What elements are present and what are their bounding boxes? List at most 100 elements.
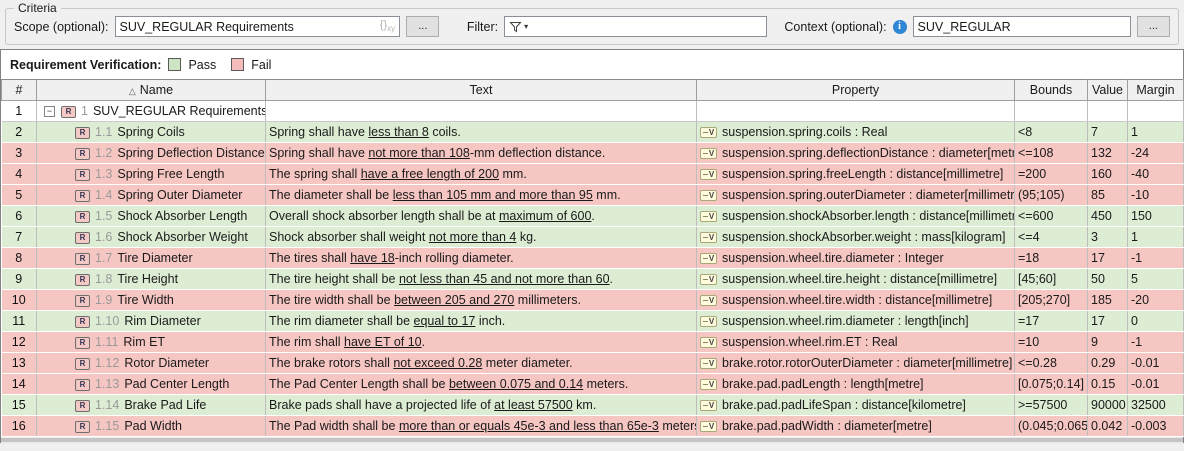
row-number-cell[interactable]: 9 [2,269,37,290]
value-cell[interactable]: 160 [1088,164,1128,185]
requirement-text-cell[interactable]: The rim diameter shall be equal to 17 in… [266,311,697,332]
requirement-text-cell[interactable]: The spring shall have a free length of 2… [266,164,697,185]
margin-cell[interactable]: 5 [1128,269,1184,290]
scope-input[interactable]: SUV_REGULAR Requirements {}xy [115,16,401,37]
margin-cell[interactable]: 150 [1128,206,1184,227]
requirement-name-cell[interactable]: R1.1Spring Coils [37,122,266,143]
row-number-cell[interactable]: 4 [2,164,37,185]
property-cell[interactable]: Vsuspension.spring.coils : Real [697,122,1015,143]
margin-cell[interactable]: -20 [1128,290,1184,311]
row-number-cell[interactable]: 3 [2,143,37,164]
row-number-cell[interactable]: 10 [2,290,37,311]
property-cell[interactable]: Vsuspension.shockAbsorber.length : dista… [697,206,1015,227]
column-header-bounds[interactable]: Bounds [1015,80,1088,101]
margin-cell[interactable]: -1 [1128,248,1184,269]
row-number-cell[interactable]: 8 [2,248,37,269]
bounds-cell[interactable]: [0.075;0.14] [1015,374,1088,395]
bounds-cell[interactable]: =200 [1015,164,1088,185]
column-header-name[interactable]: △Name [37,80,266,101]
bounds-cell[interactable]: >=57500 [1015,395,1088,416]
bounds-cell[interactable]: (0.045;0.065) [1015,416,1088,437]
bounds-cell[interactable]: <=0.28 [1015,353,1088,374]
requirement-name-cell[interactable]: R1.2Spring Deflection Distance [37,143,266,164]
column-header-num[interactable]: # [2,80,37,101]
value-cell[interactable]: 90000 [1088,395,1128,416]
requirement-text-cell[interactable]: The brake rotors shall not exceed 0.28 m… [266,353,697,374]
column-header-text[interactable]: Text [266,80,697,101]
requirement-text-cell[interactable]: The Pad width shall be more than or equa… [266,416,697,437]
margin-cell[interactable] [1128,101,1184,122]
margin-cell[interactable]: 0 [1128,311,1184,332]
property-cell[interactable]: Vsuspension.wheel.tire.width : distance[… [697,290,1015,311]
margin-cell[interactable]: 32500 [1128,395,1184,416]
requirement-name-cell[interactable]: R1.12Rotor Diameter [37,353,266,374]
property-cell[interactable]: Vbrake.pad.padLifeSpan : distance[kilome… [697,395,1015,416]
column-header-value[interactable]: Value [1088,80,1128,101]
property-cell[interactable]: Vsuspension.spring.deflectionDistance : … [697,143,1015,164]
requirement-name-cell[interactable]: R1.4Spring Outer Diameter [37,185,266,206]
bounds-cell[interactable]: <=108 [1015,143,1088,164]
requirement-name-cell[interactable]: R1.14Brake Pad Life [37,395,266,416]
requirement-name-cell[interactable]: R1.8Tire Height [37,269,266,290]
row-number-cell[interactable]: 16 [2,416,37,437]
bounds-cell[interactable]: =17 [1015,311,1088,332]
value-cell[interactable]: 50 [1088,269,1128,290]
bounds-cell[interactable]: <=4 [1015,227,1088,248]
row-number-cell[interactable]: 14 [2,374,37,395]
requirement-text-cell[interactable]: The tires shall have 18-inch rolling dia… [266,248,697,269]
value-cell[interactable]: 17 [1088,311,1128,332]
requirement-name-cell[interactable]: R1.13Pad Center Length [37,374,266,395]
bounds-cell[interactable]: <8 [1015,122,1088,143]
margin-cell[interactable]: 1 [1128,227,1184,248]
property-cell[interactable]: Vbrake.pad.padLength : length[metre] [697,374,1015,395]
requirement-name-cell[interactable]: R1.15Pad Width [37,416,266,437]
requirement-text-cell[interactable]: The tire height shall be not less than 4… [266,269,697,290]
property-cell[interactable]: Vbrake.rotor.rotorOuterDiameter : diamet… [697,353,1015,374]
requirement-name-cell[interactable]: R1.11Rim ET [37,332,266,353]
row-number-cell[interactable]: 5 [2,185,37,206]
requirement-text-cell[interactable]: Spring shall have not more than 108-mm d… [266,143,697,164]
requirement-name-cell[interactable]: −R1SUV_REGULAR Requirements [37,101,266,122]
requirement-name-cell[interactable]: R1.7Tire Diameter [37,248,266,269]
requirement-text-cell[interactable]: Overall shock absorber length shall be a… [266,206,697,227]
property-cell[interactable]: Vsuspension.spring.freeLength : distance… [697,164,1015,185]
requirement-text-cell[interactable]: The diameter shall be less than 105 mm a… [266,185,697,206]
filter-input[interactable]: ▾ [504,16,767,37]
requirement-text-cell[interactable]: The Pad Center Length shall be between 0… [266,374,697,395]
bounds-cell[interactable]: [45;60] [1015,269,1088,290]
value-cell[interactable]: 9 [1088,332,1128,353]
property-cell[interactable]: Vsuspension.spring.outerDiameter : diame… [697,185,1015,206]
property-cell[interactable]: Vsuspension.wheel.rim.diameter : length[… [697,311,1015,332]
row-number-cell[interactable]: 15 [2,395,37,416]
value-cell[interactable]: 450 [1088,206,1128,227]
row-number-cell[interactable]: 11 [2,311,37,332]
collapse-toggle-icon[interactable]: − [44,106,55,117]
requirement-text-cell[interactable]: Brake pads shall have a projected life o… [266,395,697,416]
property-cell[interactable]: Vsuspension.shockAbsorber.weight : mass[… [697,227,1015,248]
requirement-text-cell[interactable]: The tire width shall be between 205 and … [266,290,697,311]
bounds-cell[interactable]: (95;105) [1015,185,1088,206]
value-cell[interactable]: 17 [1088,248,1128,269]
bounds-cell[interactable]: =10 [1015,332,1088,353]
property-cell[interactable]: Vbrake.pad.padWidth : diameter[metre] [697,416,1015,437]
requirement-name-cell[interactable]: R1.6Shock Absorber Weight [37,227,266,248]
row-number-cell[interactable]: 13 [2,353,37,374]
row-number-cell[interactable]: 12 [2,332,37,353]
margin-cell[interactable]: -40 [1128,164,1184,185]
value-cell[interactable]: 0.29 [1088,353,1128,374]
row-number-cell[interactable]: 6 [2,206,37,227]
property-cell[interactable]: Vsuspension.wheel.rim.ET : Real [697,332,1015,353]
margin-cell[interactable]: -24 [1128,143,1184,164]
column-header-property[interactable]: Property [697,80,1015,101]
requirement-text-cell[interactable]: Spring shall have less than 8 coils. [266,122,697,143]
value-cell[interactable]: 7 [1088,122,1128,143]
bounds-cell[interactable]: <=600 [1015,206,1088,227]
margin-cell[interactable]: -0.003 [1128,416,1184,437]
value-cell[interactable] [1088,101,1128,122]
requirement-name-cell[interactable]: R1.5Shock Absorber Length [37,206,266,227]
requirement-text-cell[interactable]: Shock absorber shall weight not more tha… [266,227,697,248]
value-cell[interactable]: 132 [1088,143,1128,164]
context-browse-button[interactable]: ... [1137,16,1170,37]
margin-cell[interactable]: -1 [1128,332,1184,353]
property-cell[interactable]: Vsuspension.wheel.tire.height : distance… [697,269,1015,290]
